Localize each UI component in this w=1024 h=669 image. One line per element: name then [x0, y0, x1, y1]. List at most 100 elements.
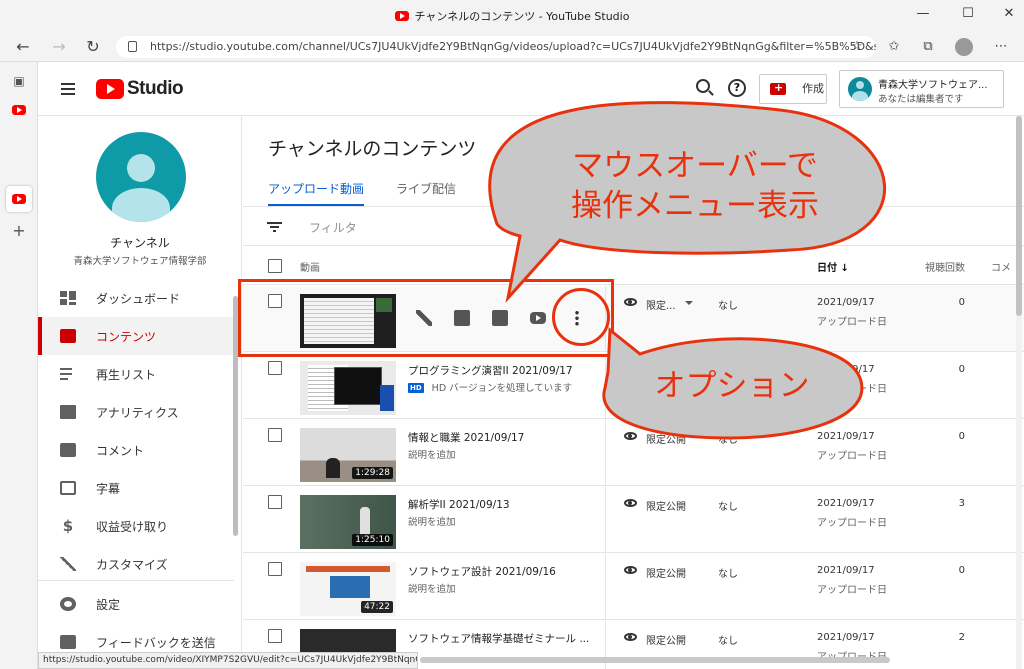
forward-button[interactable]: → [48, 37, 70, 57]
sidebar-item-playlists[interactable]: 再生リスト [38, 355, 234, 393]
url-field[interactable]: https://studio.youtube.com/channel/UCs7J… [116, 36, 876, 58]
add-description-link[interactable]: 説明を追加 [408, 581, 456, 595]
visibility-select[interactable]: 限定... [646, 297, 676, 312]
table-row[interactable]: 47:22 ソフトウェア設計 2021/09/16 説明を追加 限定公開 なし … [243, 554, 1024, 620]
more-menu-icon[interactable]: ⋯ [991, 38, 1011, 56]
sidebar-item-subtitles[interactable]: 字幕 [38, 469, 234, 507]
sidebar-item-monetization[interactable]: $ 収益受け取り [38, 507, 234, 545]
horizontal-scrollbar[interactable] [420, 657, 890, 663]
video-thumbnail[interactable] [300, 361, 396, 415]
new-tab-icon[interactable]: + [10, 222, 28, 240]
youtube-studio-tab-icon[interactable] [12, 194, 26, 204]
tab-actions-icon[interactable]: ▣ [10, 72, 28, 90]
search-icon[interactable] [696, 79, 710, 93]
upload-date: 2021/09/17 [817, 297, 875, 308]
maximize-button[interactable]: ☐ [953, 4, 983, 24]
main-scrollbar[interactable] [1016, 116, 1022, 669]
duration-badge: 1:25:10 [352, 534, 393, 546]
favorite-star-icon[interactable]: ☆ [847, 38, 867, 56]
studio-logo[interactable]: Studio [96, 78, 184, 100]
row-checkbox[interactable] [268, 495, 282, 509]
visibility-icon [624, 633, 637, 641]
sort-arrow-icon: ↓ [840, 263, 849, 274]
content-icon [60, 329, 76, 343]
visibility-icon [624, 566, 637, 574]
view-count: 0 [958, 297, 965, 308]
video-thumbnail[interactable]: 47:22 [300, 562, 396, 616]
table-row[interactable]: 1:25:10 解析学II 2021/09/13 説明を追加 限定公開 なし 2… [243, 487, 1024, 553]
page-title: チャンネルのコンテンツ [268, 138, 477, 160]
restriction: なし [718, 636, 738, 647]
column-divider [605, 554, 606, 620]
visibility-status[interactable]: 限定公開 [646, 565, 686, 580]
minimize-button[interactable]: — [908, 4, 938, 24]
sidebar-divider [38, 580, 234, 581]
tab-live[interactable]: ライブ配信 [396, 180, 456, 197]
row-checkbox[interactable] [268, 361, 282, 375]
visibility-icon [624, 499, 637, 507]
youtube-logo-icon [96, 79, 124, 99]
restriction: なし [718, 502, 738, 513]
back-button[interactable]: ← [12, 37, 34, 57]
collections-icon[interactable]: ⧉ [918, 38, 938, 56]
visibility-status[interactable]: 限定公開 [646, 431, 686, 446]
video-thumbnail[interactable]: 1:25:10 [300, 495, 396, 549]
table-row[interactable]: 1:29:28 情報と職業 2021/09/17 説明を追加 限定公開 なし 2… [243, 420, 1024, 486]
select-all-checkbox[interactable] [268, 259, 282, 273]
window-titlebar: チャンネルのコンテンツ - YouTube Studio — ☐ ✕ [0, 0, 1024, 32]
filter-icon[interactable] [267, 222, 282, 233]
browser-profile-avatar[interactable] [955, 38, 973, 56]
sidebar-item-comments[interactable]: コメント [38, 431, 234, 469]
video-thumbnail[interactable]: 1:29:28 [300, 428, 396, 482]
status-bar-url: https://studio.youtube.com/video/XIYMP7S… [38, 652, 418, 669]
thumb-person [360, 507, 370, 537]
channel-avatar[interactable] [96, 132, 186, 222]
view-count: 0 [958, 364, 965, 375]
sidebar-item-customize[interactable]: カスタマイズ [38, 545, 234, 583]
filter-input[interactable]: フィルタ [309, 219, 357, 236]
column-date[interactable]: 日付 ↓ [817, 259, 849, 274]
favorites-icon[interactable]: ✩ [884, 38, 904, 56]
close-button[interactable]: ✕ [994, 4, 1024, 24]
thumb-slide-diagram [330, 576, 370, 598]
youtube-tab-icon[interactable] [12, 105, 26, 115]
options-callout-text: オプション [654, 368, 810, 404]
menu-icon[interactable] [61, 83, 75, 95]
sidebar-item-content[interactable]: コンテンツ [38, 317, 234, 355]
add-description-link[interactable]: 説明を追加 [408, 447, 456, 461]
video-title[interactable]: ソフトウェア情報学基礎ゼミナール ... [408, 631, 589, 646]
subtitles-icon [60, 481, 76, 495]
column-video: 動画 [300, 263, 320, 274]
sidebar-item-dashboard[interactable]: ダッシュボード [38, 279, 234, 317]
upload-date: 2021/09/17 [817, 498, 875, 509]
avatar [848, 77, 872, 101]
column-divider [605, 353, 606, 419]
sidebar-item-analytics[interactable]: アナリティクス [38, 393, 234, 431]
column-views: 視聴回数 [925, 263, 965, 274]
video-title[interactable]: 情報と職業 2021/09/17 [408, 430, 524, 445]
refresh-button[interactable]: ↻ [82, 37, 104, 57]
video-title[interactable]: ソフトウェア設計 2021/09/16 [408, 564, 556, 579]
help-icon[interactable]: ? [728, 79, 746, 97]
row-checkbox[interactable] [268, 629, 282, 643]
chevron-down-icon[interactable] [685, 301, 693, 305]
thumb-terminal [334, 367, 382, 405]
channel-subtitle: 青森大学ソフトウェア情報学部 [73, 256, 207, 267]
column-divider [605, 487, 606, 553]
create-button[interactable]: 作成 [759, 74, 827, 104]
row-checkbox[interactable] [268, 562, 282, 576]
view-count: 0 [958, 431, 965, 442]
tab-uploads[interactable]: アップロード動画 [268, 180, 365, 206]
add-description-link[interactable]: 説明を追加 [408, 514, 456, 528]
sidebar-item-settings[interactable]: 設定 [38, 585, 234, 623]
visibility-status[interactable]: 限定公開 [646, 632, 686, 647]
main-scrollbar-thumb[interactable] [1016, 116, 1022, 316]
video-title[interactable]: プログラミング演習II 2021/09/17 [408, 363, 573, 378]
row-checkbox[interactable] [268, 428, 282, 442]
video-title[interactable]: 解析学II 2021/09/13 [408, 497, 510, 512]
create-video-icon [770, 74, 786, 102]
account-switcher[interactable]: 青森大学ソフトウェア... あなたは編集者です [839, 70, 1004, 108]
address-bar: ← → ↻ https://studio.youtube.com/channel… [0, 32, 1024, 62]
visibility-status[interactable]: 限定公開 [646, 498, 686, 513]
column-comments: コメ [991, 263, 1011, 274]
